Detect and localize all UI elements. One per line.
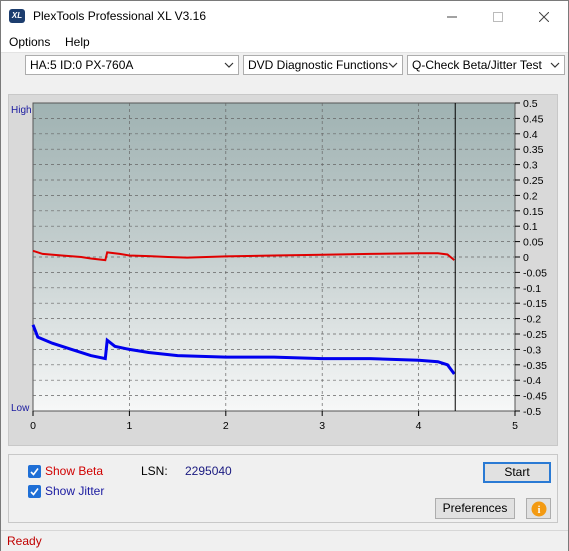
y-tick-label: -0.1 (523, 283, 541, 295)
drive-select-value: HA:5 ID:0 PX-760A (30, 58, 134, 72)
status-text: Ready (7, 534, 42, 548)
app-window: XL PlexTools Professional XL V3.16 Optio… (0, 0, 569, 551)
beta-jitter-chart: 0.5 0.45 0.4 0.35 0.3 0.25 0.2 0.15 0.1 0.05 0 -0.0… (11, 98, 547, 432)
test-select-value: Q-Check Beta/Jitter Test (412, 58, 542, 72)
low-label: Low (11, 403, 30, 414)
y-tick-label: -0.15 (523, 298, 547, 310)
menu-bar: Options Help (1, 32, 568, 52)
menu-separator (1, 52, 568, 53)
maximize-button[interactable] (475, 1, 521, 32)
close-icon (539, 11, 549, 22)
y-tick-label: 0.2 (523, 190, 538, 202)
show-jitter-checkbox[interactable] (28, 485, 41, 498)
minimize-button[interactable] (429, 1, 475, 32)
function-select[interactable]: DVD Diagnostic Functions (243, 55, 403, 75)
x-tick-label: 2 (223, 420, 229, 432)
y-tick-label: -0.4 (523, 375, 541, 387)
test-select[interactable]: Q-Check Beta/Jitter Test (407, 55, 565, 75)
y-tick-label: 0.45 (523, 113, 544, 125)
lsn-value: 2295040 (185, 464, 232, 478)
x-tick-label: 4 (416, 420, 422, 432)
y-tick-label: -0.35 (523, 360, 547, 372)
y-tick-label: -0.25 (523, 329, 547, 341)
info-button[interactable]: i (526, 498, 551, 519)
y-tick-label: 0.35 (523, 144, 544, 156)
start-button[interactable]: Start (483, 462, 551, 483)
show-beta-checkbox[interactable] (28, 465, 41, 478)
y-tick-label: -0.05 (523, 267, 547, 279)
show-beta-label[interactable]: Show Beta (45, 464, 103, 478)
menu-help[interactable]: Help (65, 35, 90, 49)
y-tick-label: 0.3 (523, 160, 538, 172)
y-tick-label: 0.05 (523, 237, 544, 249)
show-jitter-label[interactable]: Show Jitter (45, 484, 104, 498)
menu-options[interactable]: Options (9, 35, 50, 49)
x-tick-label: 0 (30, 420, 36, 432)
chart-panel: 0.5 0.45 0.4 0.35 0.3 0.25 0.2 0.15 0.1 0.05 0 -0.0… (8, 94, 558, 446)
status-bar: Ready (1, 530, 568, 551)
y-tick-label: -0.2 (523, 314, 541, 326)
controls-panel: Show Beta Show Jitter LSN: 2295040 Start… (8, 454, 558, 523)
y-tick-label: 0.5 (523, 98, 538, 110)
y-tick-label: 0.15 (523, 206, 544, 218)
x-tick-label: 3 (319, 420, 325, 432)
checkmark-icon (30, 488, 39, 496)
x-tick-label: 5 (512, 420, 518, 432)
title-bar[interactable]: XL PlexTools Professional XL V3.16 (1, 1, 568, 32)
info-icon: i (531, 501, 546, 517)
right-axis-ticks: 0.5 0.45 0.4 0.35 0.3 0.25 0.2 0.15 0.1 0.05 0 -0.0… (515, 98, 547, 418)
y-tick-label: 0.4 (523, 129, 538, 141)
svg-text:i: i (537, 505, 540, 516)
y-tick-label: 0 (523, 252, 529, 264)
x-tick-label: 1 (126, 420, 132, 432)
drive-select[interactable]: HA:5 ID:0 PX-760A (25, 55, 239, 75)
window-title: PlexTools Professional XL V3.16 (33, 9, 206, 23)
x-axis-ticks: 0 1 2 3 4 5 (30, 411, 518, 432)
checkmark-icon (30, 468, 39, 476)
chevron-down-icon (388, 62, 398, 68)
y-tick-label: 0.1 (523, 221, 538, 233)
chevron-down-icon (224, 62, 234, 68)
app-logo-icon: XL (9, 9, 25, 23)
lsn-label: LSN: (141, 464, 168, 478)
y-tick-label: -0.5 (523, 406, 541, 418)
preferences-button[interactable]: Preferences (435, 498, 515, 519)
maximize-icon (493, 11, 503, 22)
minimize-icon (447, 16, 457, 17)
chevron-down-icon (550, 62, 560, 68)
y-tick-label: 0.25 (523, 175, 544, 187)
y-tick-label: -0.3 (523, 344, 541, 356)
y-tick-label: -0.45 (523, 391, 547, 403)
function-select-value: DVD Diagnostic Functions (248, 58, 389, 72)
close-button[interactable] (521, 1, 567, 32)
high-label: High (11, 105, 32, 116)
